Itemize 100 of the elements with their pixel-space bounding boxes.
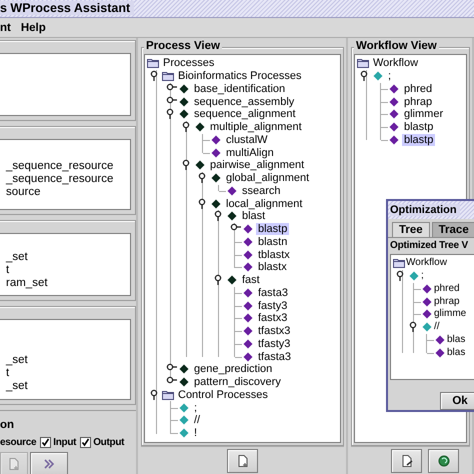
tree-item[interactable]: fasta3 [256, 286, 290, 299]
diamond-icon [388, 96, 400, 108]
tree-item[interactable]: blas [446, 334, 466, 346]
list-item[interactable]: _sequence_resource [0, 173, 130, 186]
tree-item[interactable]: blastn [256, 236, 290, 248]
tree-item[interactable]: blas [446, 346, 466, 359]
tree-item[interactable]: tblastx [256, 248, 292, 261]
panel-title: Workflow View [354, 40, 439, 52]
panel-title: Process View [144, 40, 222, 52]
tree-item[interactable]: sequence_alignment [192, 108, 298, 120]
diamond-icon [242, 286, 254, 299]
tree-item[interactable]: multiAlign [224, 146, 276, 159]
diamond-icon [210, 134, 222, 146]
diamond-icon [421, 308, 433, 320]
tree-item[interactable]: phrap [433, 296, 461, 308]
menu-item[interactable]: nt [0, 22, 11, 34]
tree-item[interactable]: Bioinformatics Processes [176, 70, 304, 82]
tree-item[interactable]: Workflow [405, 257, 448, 270]
diamond-icon [242, 350, 254, 363]
diamond-icon [421, 282, 433, 295]
tree-item[interactable]: ! [192, 427, 200, 440]
list-item[interactable]: _set [0, 251, 130, 264]
tree-item[interactable]: local_alignment [224, 198, 304, 210]
diamond-icon [242, 248, 254, 261]
tree-item[interactable]: phrap [402, 96, 434, 108]
tree-item[interactable]: tfasta3 [256, 350, 294, 363]
diamond-icon [421, 321, 433, 334]
list-item[interactable]: _set [0, 380, 130, 393]
tab[interactable]: Trace [432, 222, 474, 237]
toolbar-button[interactable] [30, 452, 68, 474]
diamond-icon [434, 346, 446, 359]
list-item[interactable]: _sequence_resource [0, 160, 130, 173]
tree-item[interactable]: Processes [161, 57, 216, 70]
tree-item[interactable]: ; [386, 70, 394, 82]
diamond-icon [226, 274, 238, 286]
diamond-icon [210, 198, 222, 210]
checkbox[interactable] [80, 437, 92, 448]
diamond-icon [242, 325, 254, 338]
option-label: esource [0, 437, 36, 448]
tree-item[interactable]: // [433, 321, 441, 334]
tree-item[interactable]: tfasty3 [256, 338, 292, 350]
tree-item[interactable]: ; [420, 270, 425, 282]
diamond-icon [194, 121, 206, 134]
diamond-icon [421, 296, 433, 308]
menu-item[interactable]: Help [20, 22, 46, 34]
tree-item[interactable]: multiple_alignment [208, 121, 304, 134]
list-item[interactable]: t [0, 367, 130, 380]
checkbox[interactable] [40, 437, 52, 448]
diamond-icon [434, 334, 446, 346]
diamond-icon [372, 70, 384, 82]
list-item[interactable]: _set [0, 354, 130, 367]
tree-item[interactable]: blastp [402, 134, 436, 146]
tree-item[interactable]: blastp [256, 223, 290, 236]
diamond-icon [178, 96, 190, 108]
tree-item[interactable]: pattern_discovery [192, 376, 283, 388]
tree-item[interactable]: ; [192, 402, 200, 414]
tree-item[interactable]: blastx [256, 261, 289, 274]
dialog-title: Optimization [390, 204, 460, 216]
tree-item[interactable]: ssearch [240, 184, 283, 197]
diamond-icon [388, 82, 400, 95]
ok-button[interactable]: Ok [440, 392, 474, 410]
tree-item[interactable]: fastx3 [256, 312, 290, 324]
diamond-icon [178, 427, 190, 440]
diamond-icon [210, 146, 222, 159]
toolbar-button[interactable] [227, 448, 258, 472]
tree-item[interactable]: phred [402, 82, 434, 95]
tree-item[interactable]: Control Processes [176, 388, 270, 401]
diamond-icon [178, 108, 190, 120]
tree-item[interactable]: fast [240, 274, 262, 286]
tree-item[interactable]: gene_prediction [192, 363, 274, 376]
tree-item[interactable]: fasty3 [256, 300, 290, 312]
tree-item[interactable]: blastp [402, 121, 436, 134]
tree-item[interactable]: clustalW [224, 134, 270, 146]
list-item[interactable]: t [0, 264, 130, 277]
toolbar-button[interactable] [428, 448, 459, 472]
diamond-icon [388, 121, 400, 134]
tree-item[interactable]: tfastx3 [256, 325, 292, 338]
toolbar-button[interactable] [391, 448, 422, 472]
tree-item[interactable]: sequence_assembly [192, 96, 296, 108]
tree-item[interactable]: Workflow [371, 57, 420, 70]
group-title: on [0, 419, 14, 431]
tree-item[interactable]: glimmer [402, 108, 446, 120]
diamond-icon [178, 363, 190, 376]
tree-item[interactable]: global_alignment [224, 172, 312, 184]
tree-item[interactable]: glimme [433, 308, 468, 320]
tree-item[interactable]: pairwise_alignment [208, 159, 306, 172]
chevron-icon [42, 457, 56, 471]
folder-icon [147, 57, 159, 70]
list-item[interactable]: source [0, 186, 130, 199]
checkbox-label: Input [53, 437, 76, 448]
diamond-icon [226, 210, 238, 222]
tab[interactable]: Tree [392, 222, 430, 237]
list-item[interactable]: ram_set [0, 277, 130, 290]
tree-item[interactable]: base_identification [192, 82, 288, 95]
tree-item[interactable]: phred [433, 282, 461, 295]
diamond-icon [194, 159, 206, 172]
tree-item[interactable]: blast [240, 210, 268, 222]
folder-icon [357, 57, 369, 70]
tree-item[interactable]: // [192, 414, 202, 426]
folder-icon [162, 388, 174, 401]
